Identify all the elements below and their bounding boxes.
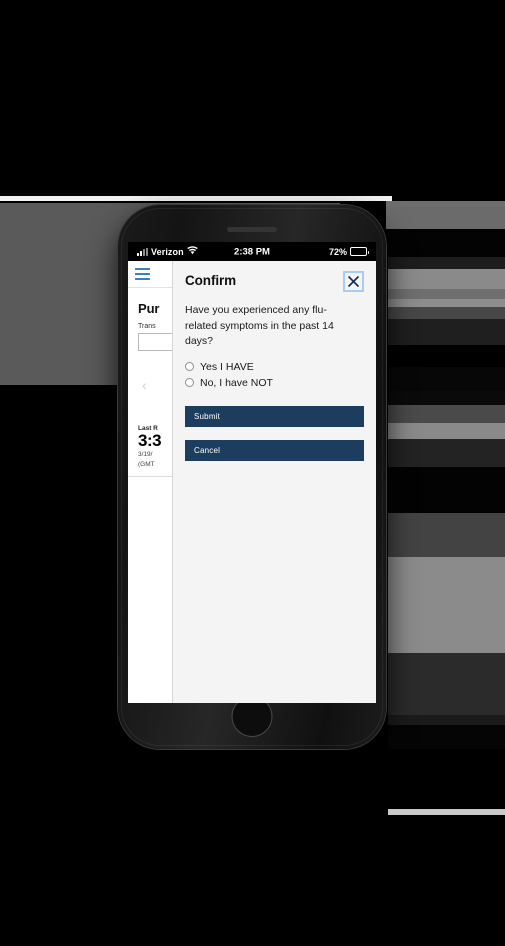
radio-option-no-label: No, I have NOT bbox=[200, 376, 273, 389]
signal-bars-icon bbox=[137, 247, 148, 256]
app-content-area: Pur Trans ‹ Last R 3:3 3/19/ (GMT Confir… bbox=[128, 261, 376, 703]
radio-circle-icon bbox=[185, 378, 194, 388]
battery-icon bbox=[350, 247, 369, 256]
last-refresh-date: 3/19/ bbox=[138, 450, 153, 458]
chevron-left-icon[interactable]: ‹ bbox=[128, 351, 172, 392]
battery-percent-label: 72% bbox=[328, 246, 347, 257]
confirm-dialog: Confirm Have you experienced any flu-rel… bbox=[172, 261, 376, 703]
symptom-radio-group: Yes I HAVE No, I have NOT bbox=[185, 361, 364, 389]
radio-circle-icon bbox=[185, 362, 194, 372]
dialog-question: Have you experienced any flu-related sym… bbox=[185, 304, 334, 348]
cancel-button[interactable]: Cancel bbox=[185, 439, 364, 461]
last-refresh-zone: (GMT bbox=[138, 460, 155, 468]
dialog-header: Confirm bbox=[185, 271, 364, 292]
last-refresh-label: Last R bbox=[138, 425, 158, 432]
status-bar: Verizon 2:38 PM 72% bbox=[128, 242, 376, 261]
background-field-label: Trans bbox=[138, 323, 156, 330]
status-time: 2:38 PM bbox=[234, 246, 270, 257]
hamburger-menu-icon[interactable] bbox=[135, 267, 150, 281]
submit-button[interactable]: Submit bbox=[185, 405, 364, 427]
dialog-title: Confirm bbox=[185, 273, 237, 288]
radio-option-yes[interactable]: Yes I HAVE bbox=[185, 361, 364, 373]
radio-option-no[interactable]: No, I have NOT bbox=[185, 377, 364, 389]
speaker-grille-icon bbox=[227, 227, 277, 232]
background-page-title: Pur bbox=[138, 301, 160, 316]
phone-screen: Verizon 2:38 PM 72% Pur Trans ‹ Last R 3… bbox=[128, 242, 376, 703]
app-top-bar bbox=[128, 261, 172, 288]
wifi-icon bbox=[187, 245, 198, 258]
carrier-label: Verizon bbox=[151, 246, 184, 257]
close-icon[interactable] bbox=[343, 271, 364, 292]
divider bbox=[128, 476, 172, 478]
radio-option-yes-label: Yes I HAVE bbox=[200, 360, 254, 373]
last-refresh-time: 3:3 bbox=[138, 431, 162, 450]
phone-device-frame: Verizon 2:38 PM 72% Pur Trans ‹ Last R 3… bbox=[118, 205, 386, 749]
background-app-strip: Pur Trans ‹ Last R 3:3 3/19/ (GMT bbox=[128, 261, 180, 703]
